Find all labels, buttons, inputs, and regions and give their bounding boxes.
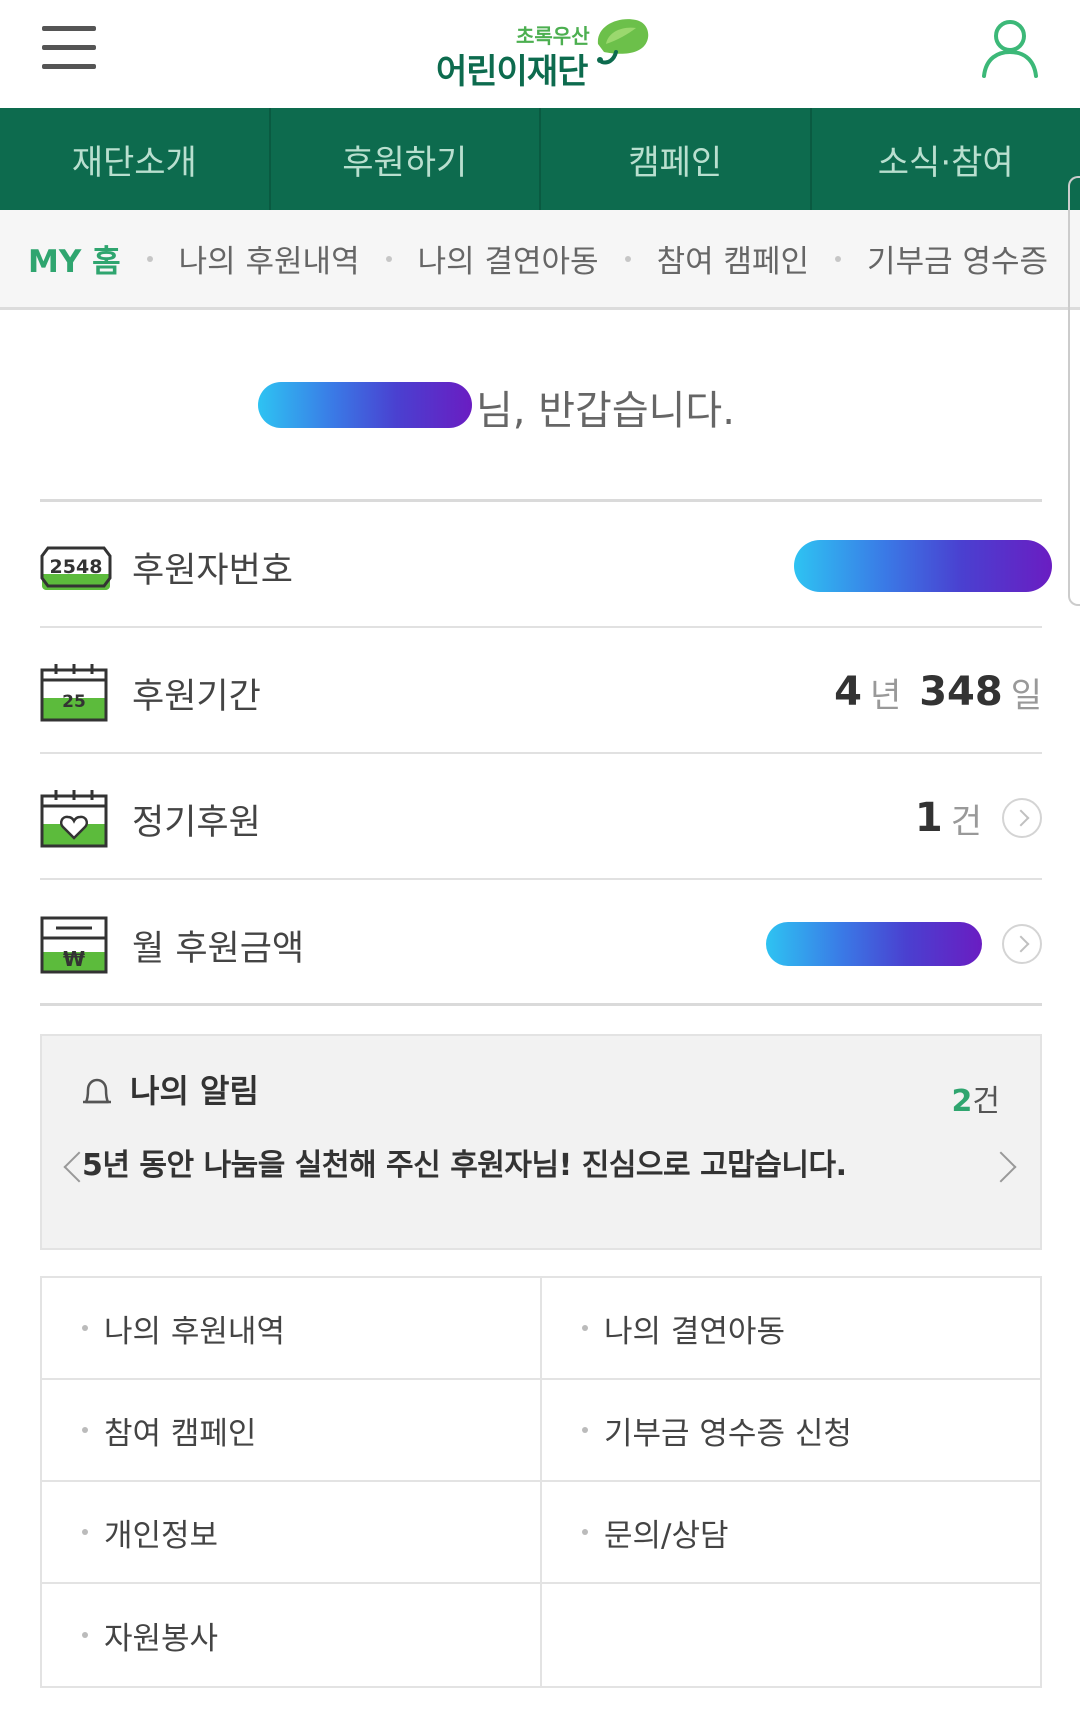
bullet bbox=[582, 1427, 588, 1433]
umbrella-leaf-icon bbox=[597, 19, 649, 65]
donor-number-row: 2548 후원자번호 bbox=[40, 502, 1052, 628]
regular-donation-count: 1 bbox=[914, 795, 943, 841]
quick-menu-campaigns[interactable]: 참여 캠페인 bbox=[42, 1380, 542, 1482]
regular-donation-unit: 건 bbox=[950, 801, 982, 842]
quick-menu-empty-cell bbox=[540, 1584, 1040, 1686]
notification-count: 2건 bbox=[952, 1076, 1000, 1120]
period-days-unit: 일 bbox=[1010, 675, 1042, 716]
bullet bbox=[582, 1529, 588, 1535]
header: 초록우산 어린이재단 bbox=[0, 0, 1080, 108]
bullet bbox=[82, 1325, 88, 1331]
sub-nav: MY 홈 나의 후원내역 나의 결연아동 참여 캠페인 기부금 영수증 bbox=[0, 210, 1080, 310]
redacted-monthly-amount bbox=[766, 922, 982, 966]
separator-dot bbox=[835, 255, 842, 262]
chevron-right-icon[interactable] bbox=[1002, 798, 1042, 838]
regular-donation-row[interactable]: 정기후원 1 건 bbox=[40, 754, 1042, 880]
monthly-amount-value bbox=[766, 914, 1042, 974]
tab-campaign[interactable]: 캠페인 bbox=[541, 108, 812, 210]
notification-count-number: 2 bbox=[951, 1084, 973, 1119]
subnav-item-receipt[interactable]: 기부금 영수증 bbox=[867, 236, 1048, 281]
separator-dot bbox=[146, 255, 153, 262]
notification-panel: 나의 알림 2건 5년 동안 나눔을 실천해 주신 후원자님! 진심으로 고맙습… bbox=[40, 1034, 1042, 1250]
separator-dot bbox=[624, 255, 631, 262]
money-box-icon: ₩ bbox=[40, 916, 108, 974]
logo-title: 어린이재단 bbox=[436, 52, 588, 92]
quick-menu-personal-info[interactable]: 개인정보 bbox=[42, 1482, 542, 1584]
quick-menu-label: 자원봉사 bbox=[104, 1620, 219, 1657]
subnav-item-donation-history[interactable]: 나의 후원내역 bbox=[179, 236, 360, 281]
calendar-heart-icon bbox=[40, 790, 108, 848]
quick-menu-label: 나의 결연아동 bbox=[604, 1313, 785, 1350]
quick-menu-donation-history[interactable]: 나의 후원내역 bbox=[42, 1278, 542, 1380]
period-days: 348 bbox=[919, 669, 1003, 715]
bullet bbox=[82, 1427, 88, 1433]
redacted-donor-number bbox=[794, 540, 1052, 592]
donor-card-icon: 2548 bbox=[40, 546, 112, 590]
bullet bbox=[582, 1325, 588, 1331]
svg-text:25: 25 bbox=[62, 692, 86, 712]
tab-foundation-intro[interactable]: 재단소개 bbox=[0, 108, 271, 210]
donation-period-row: 25 후원기간 4 년 348 일 bbox=[40, 628, 1042, 754]
quick-menu-label: 기부금 영수증 신청 bbox=[604, 1415, 852, 1452]
tab-donate[interactable]: 후원하기 bbox=[271, 108, 541, 210]
chevron-right-icon[interactable] bbox=[985, 1151, 1017, 1183]
quick-menu-grid: 나의 후원내역 나의 결연아동 참여 캠페인 기부금 영수증 신청 개인정보 문… bbox=[40, 1276, 1042, 1688]
chevron-right-icon[interactable] bbox=[1002, 924, 1042, 964]
notification-count-unit: 건 bbox=[972, 1084, 1000, 1119]
quick-menu-label: 개인정보 bbox=[104, 1517, 219, 1554]
greeting-text: 님, 반갑습니다. bbox=[476, 388, 735, 434]
svg-text:2548: 2548 bbox=[50, 556, 103, 578]
quick-menu-volunteer[interactable]: 자원봉사 bbox=[42, 1584, 542, 1686]
main-nav: 재단소개 후원하기 캠페인 소식·참여 bbox=[0, 108, 1080, 210]
redacted-user-name bbox=[258, 382, 472, 428]
user-profile-icon[interactable] bbox=[978, 16, 1042, 80]
quick-menu-sponsored-child[interactable]: 나의 결연아동 bbox=[540, 1278, 1040, 1380]
period-years: 4 bbox=[834, 669, 862, 715]
greeting: 님, 반갑습니다. bbox=[0, 370, 1080, 440]
donation-period-label: 후원기간 bbox=[132, 677, 261, 717]
bullet bbox=[82, 1632, 88, 1638]
regular-donation-label: 정기후원 bbox=[132, 803, 261, 843]
notification-title: 나의 알림 bbox=[130, 1072, 259, 1110]
quick-menu-label: 문의/상담 bbox=[604, 1517, 729, 1554]
quick-menu-label: 참여 캠페인 bbox=[104, 1415, 257, 1452]
hamburger-menu-icon[interactable] bbox=[42, 26, 96, 70]
subnav-item-sponsored-child[interactable]: 나의 결연아동 bbox=[418, 236, 599, 281]
subnav-item-my-home[interactable]: MY 홈 bbox=[28, 236, 121, 281]
svg-text:₩: ₩ bbox=[63, 947, 85, 971]
tab-news-participate[interactable]: 소식·참여 bbox=[812, 108, 1080, 210]
quick-menu-receipt-request[interactable]: 기부금 영수증 신청 bbox=[540, 1380, 1040, 1482]
quick-menu-inquiry[interactable]: 문의/상담 bbox=[540, 1482, 1040, 1584]
calendar-icon: 25 bbox=[40, 664, 108, 722]
bullet bbox=[82, 1529, 88, 1535]
bell-icon bbox=[83, 1078, 111, 1104]
logo[interactable]: 초록우산 어린이재단 bbox=[432, 14, 652, 94]
separator-dot bbox=[385, 255, 392, 262]
regular-donation-value: 1 건 bbox=[907, 788, 1042, 848]
donation-period-value: 4 년 348 일 bbox=[826, 662, 1042, 722]
notification-message[interactable]: 5년 동안 나눔을 실천해 주신 후원자님! 진심으로 고맙습니다. bbox=[82, 1140, 847, 1184]
donor-number-label: 후원자번호 bbox=[132, 551, 294, 591]
quick-menu-label: 나의 후원내역 bbox=[104, 1313, 285, 1350]
monthly-amount-row[interactable]: ₩ 월 후원금액 bbox=[40, 880, 1042, 1006]
period-years-unit: 년 bbox=[869, 675, 902, 716]
monthly-amount-label: 월 후원금액 bbox=[132, 929, 305, 969]
subnav-item-campaigns[interactable]: 참여 캠페인 bbox=[657, 236, 809, 281]
